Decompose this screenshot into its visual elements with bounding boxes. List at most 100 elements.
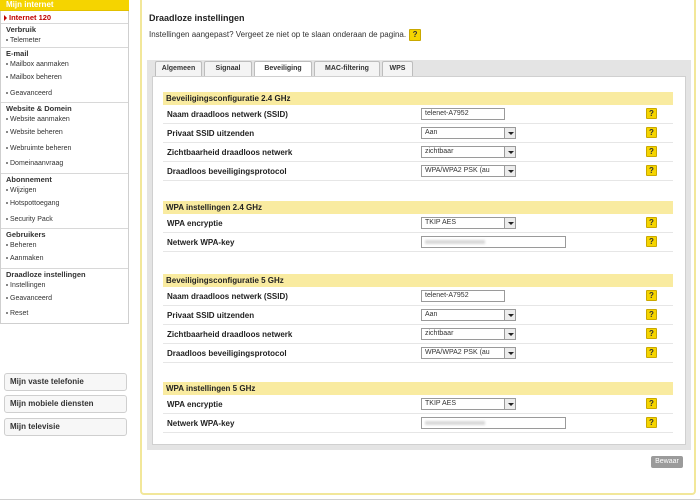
chevron-down-icon[interactable] bbox=[504, 218, 515, 228]
sidebar-item-website-beheren[interactable]: Website beheren bbox=[1, 125, 128, 141]
sidebar-group-title[interactable]: Abonnement bbox=[1, 174, 128, 185]
setting-select[interactable]: zichtbaar bbox=[421, 328, 516, 340]
sidebar-item-label: Domeinaanvraag bbox=[10, 160, 64, 168]
help-icon[interactable]: ? bbox=[646, 290, 657, 301]
sidebar-group-title[interactable]: Gebruikers bbox=[1, 229, 128, 240]
sidebar-item-geavanceerd[interactable]: Geavanceerd bbox=[1, 291, 128, 307]
chevron-down-icon[interactable] bbox=[504, 166, 515, 176]
tab-wps[interactable]: WPS bbox=[382, 61, 413, 76]
setting-select[interactable]: WPA/WPA2 PSK (au bbox=[421, 165, 516, 177]
page-title: Draadloze instellingen bbox=[149, 13, 245, 23]
ssid-input[interactable]: telenet-A7952 bbox=[421, 108, 505, 120]
sidebar-header[interactable]: Mijn internet bbox=[0, 0, 129, 11]
sidebar-item-aanmaken[interactable]: Aanmaken bbox=[1, 251, 128, 267]
page-divider bbox=[0, 499, 700, 500]
chevron-down-icon[interactable] bbox=[504, 399, 515, 409]
tab-algemeen[interactable]: Algemeen bbox=[155, 61, 202, 76]
bullet-icon bbox=[6, 312, 8, 315]
tab-beveiliging[interactable]: Beveiliging bbox=[254, 61, 312, 77]
sidebar-menu: Internet 120 Verbruik Telemeter E-mail Mail… bbox=[0, 11, 129, 324]
bullet-icon bbox=[6, 201, 8, 204]
bullet-icon bbox=[6, 146, 8, 149]
select-value: WPA/WPA2 PSK (au bbox=[425, 167, 490, 174]
sidebar-group-website-domein: Website & Domein Website aanmaken Website … bbox=[1, 103, 128, 174]
help-icon[interactable]: ? bbox=[646, 417, 657, 428]
sidebar-group-title[interactable]: E-mail bbox=[1, 48, 128, 59]
setting-select[interactable]: Aan bbox=[421, 309, 516, 321]
help-icon[interactable]: ? bbox=[646, 146, 657, 157]
help-icon[interactable]: ? bbox=[646, 217, 657, 228]
wpa-key-input[interactable] bbox=[421, 236, 566, 248]
setting-select[interactable]: TKIP AES bbox=[421, 398, 516, 410]
sidebar-item-label: Website aanmaken bbox=[10, 116, 70, 124]
tab-signaal[interactable]: Signaal bbox=[204, 61, 252, 76]
sidebar-group-title[interactable]: Verbruik bbox=[1, 24, 128, 35]
sidebar-group-e-mail: E-mail Mailbox aanmaken Mailbox beheren Gea… bbox=[1, 48, 128, 104]
select-value: Aan bbox=[425, 311, 438, 318]
setting-row: Netwerk WPA-key? bbox=[163, 233, 673, 252]
sidebar-item-security-pack[interactable]: Security Pack bbox=[1, 212, 128, 228]
setting-label: Privaat SSID uitzenden bbox=[167, 311, 255, 320]
select-value: WPA/WPA2 PSK (au bbox=[425, 349, 490, 356]
bullet-icon bbox=[6, 76, 8, 78]
sidebar-group-gebruikers: Gebruikers Beheren Aanmaken bbox=[1, 229, 128, 269]
section-wpa-instellingen-2-4-ghz: WPA instellingen 2.4 GHz WPA encryptie TKI… bbox=[163, 201, 673, 252]
help-icon[interactable]: ? bbox=[646, 398, 657, 409]
sidebar-item-wijzigen[interactable]: Wijzigen bbox=[1, 185, 128, 196]
settings-panel: Algemeen Signaal Beveiliging MAC-filtering W… bbox=[147, 60, 691, 450]
sidebar-button-mijn-mobiele-diensten[interactable]: Mijn mobiele diensten bbox=[4, 395, 127, 413]
select-value: zichtbaar bbox=[425, 148, 454, 155]
sidebar-item-mailbox-beheren[interactable]: Mailbox beheren bbox=[1, 70, 128, 86]
save-button[interactable]: Bewaar bbox=[651, 456, 683, 468]
setting-row: Zichtbaarheid draadloos netwerk zichtbaar… bbox=[163, 325, 673, 344]
sidebar-item-beheren[interactable]: Beheren bbox=[1, 240, 128, 251]
select-value: TKIP AES bbox=[425, 219, 456, 226]
sidebar-item-geavanceerd[interactable]: Geavanceerd bbox=[1, 86, 128, 102]
sidebar-item-domeinaanvraag[interactable]: Domeinaanvraag bbox=[1, 156, 128, 172]
setting-label: Netwerk WPA-key bbox=[167, 238, 235, 247]
setting-label: Zichtbaarheid draadloos netwerk bbox=[167, 148, 293, 157]
help-icon[interactable]: ? bbox=[646, 165, 657, 176]
bullet-icon bbox=[6, 244, 8, 247]
setting-row: Netwerk WPA-key? bbox=[163, 414, 673, 433]
sidebar-item-mailbox-aanmaken[interactable]: Mailbox aanmaken bbox=[1, 59, 128, 70]
help-icon[interactable]: ? bbox=[646, 328, 657, 339]
sidebar-item-label: Instellingen bbox=[10, 281, 46, 289]
bullet-icon bbox=[6, 162, 8, 165]
help-icon[interactable]: ? bbox=[646, 347, 657, 358]
chevron-down-icon[interactable] bbox=[504, 147, 515, 157]
chevron-down-icon[interactable] bbox=[504, 310, 515, 320]
help-icon[interactable]: ? bbox=[646, 236, 657, 247]
sidebar-active-item[interactable]: Internet 120 bbox=[1, 11, 128, 24]
help-icon[interactable]: ? bbox=[646, 127, 657, 138]
setting-row: Draadloos beveiligingsprotocol WPA/WPA2 P… bbox=[163, 344, 673, 363]
ssid-input[interactable]: telenet-A7952 bbox=[421, 290, 505, 302]
setting-select[interactable]: WPA/WPA2 PSK (au bbox=[421, 347, 516, 359]
sidebar-item-website-aanmaken[interactable]: Website aanmaken bbox=[1, 114, 128, 125]
sidebar-item-label: Telemeter bbox=[10, 37, 41, 44]
sidebar-item-telemeter[interactable]: Telemeter bbox=[1, 35, 128, 46]
sidebar-group-title[interactable]: Website & Domein bbox=[1, 103, 128, 114]
setting-select[interactable]: zichtbaar bbox=[421, 146, 516, 158]
sidebar-item-label: Hotspottoegang bbox=[10, 199, 60, 207]
sidebar-button-mijn-televisie[interactable]: Mijn televisie bbox=[4, 418, 127, 436]
chevron-down-icon[interactable] bbox=[504, 329, 515, 339]
help-icon[interactable]: ? bbox=[409, 29, 422, 41]
sidebar-item-reset[interactable]: Reset bbox=[1, 306, 128, 322]
sidebar-item-hotspottoegang[interactable]: Hotspottoegang bbox=[1, 196, 128, 212]
chevron-down-icon[interactable] bbox=[504, 128, 515, 138]
sidebar-item-label: Security Pack bbox=[10, 215, 53, 223]
sidebar-item-instellingen[interactable]: Instellingen bbox=[1, 280, 128, 291]
tab-mac-filtering[interactable]: MAC-filtering bbox=[314, 61, 380, 76]
setting-select[interactable]: Aan bbox=[421, 127, 516, 139]
sidebar-item-label: Beheren bbox=[10, 242, 37, 250]
chevron-down-icon[interactable] bbox=[504, 348, 515, 358]
sidebar-item-webruimte-beheren[interactable]: Webruimte beheren bbox=[1, 141, 128, 157]
setting-select[interactable]: TKIP AES bbox=[421, 217, 516, 229]
help-icon[interactable]: ? bbox=[646, 309, 657, 320]
section-title: WPA instellingen 5 GHz bbox=[163, 382, 673, 395]
wpa-key-input[interactable] bbox=[421, 417, 566, 429]
help-icon[interactable]: ? bbox=[646, 108, 657, 119]
sidebar-button-mijn-vaste-telefonie[interactable]: Mijn vaste telefonie bbox=[4, 373, 127, 391]
sidebar-group-title[interactable]: Draadloze instellingen bbox=[1, 269, 128, 280]
